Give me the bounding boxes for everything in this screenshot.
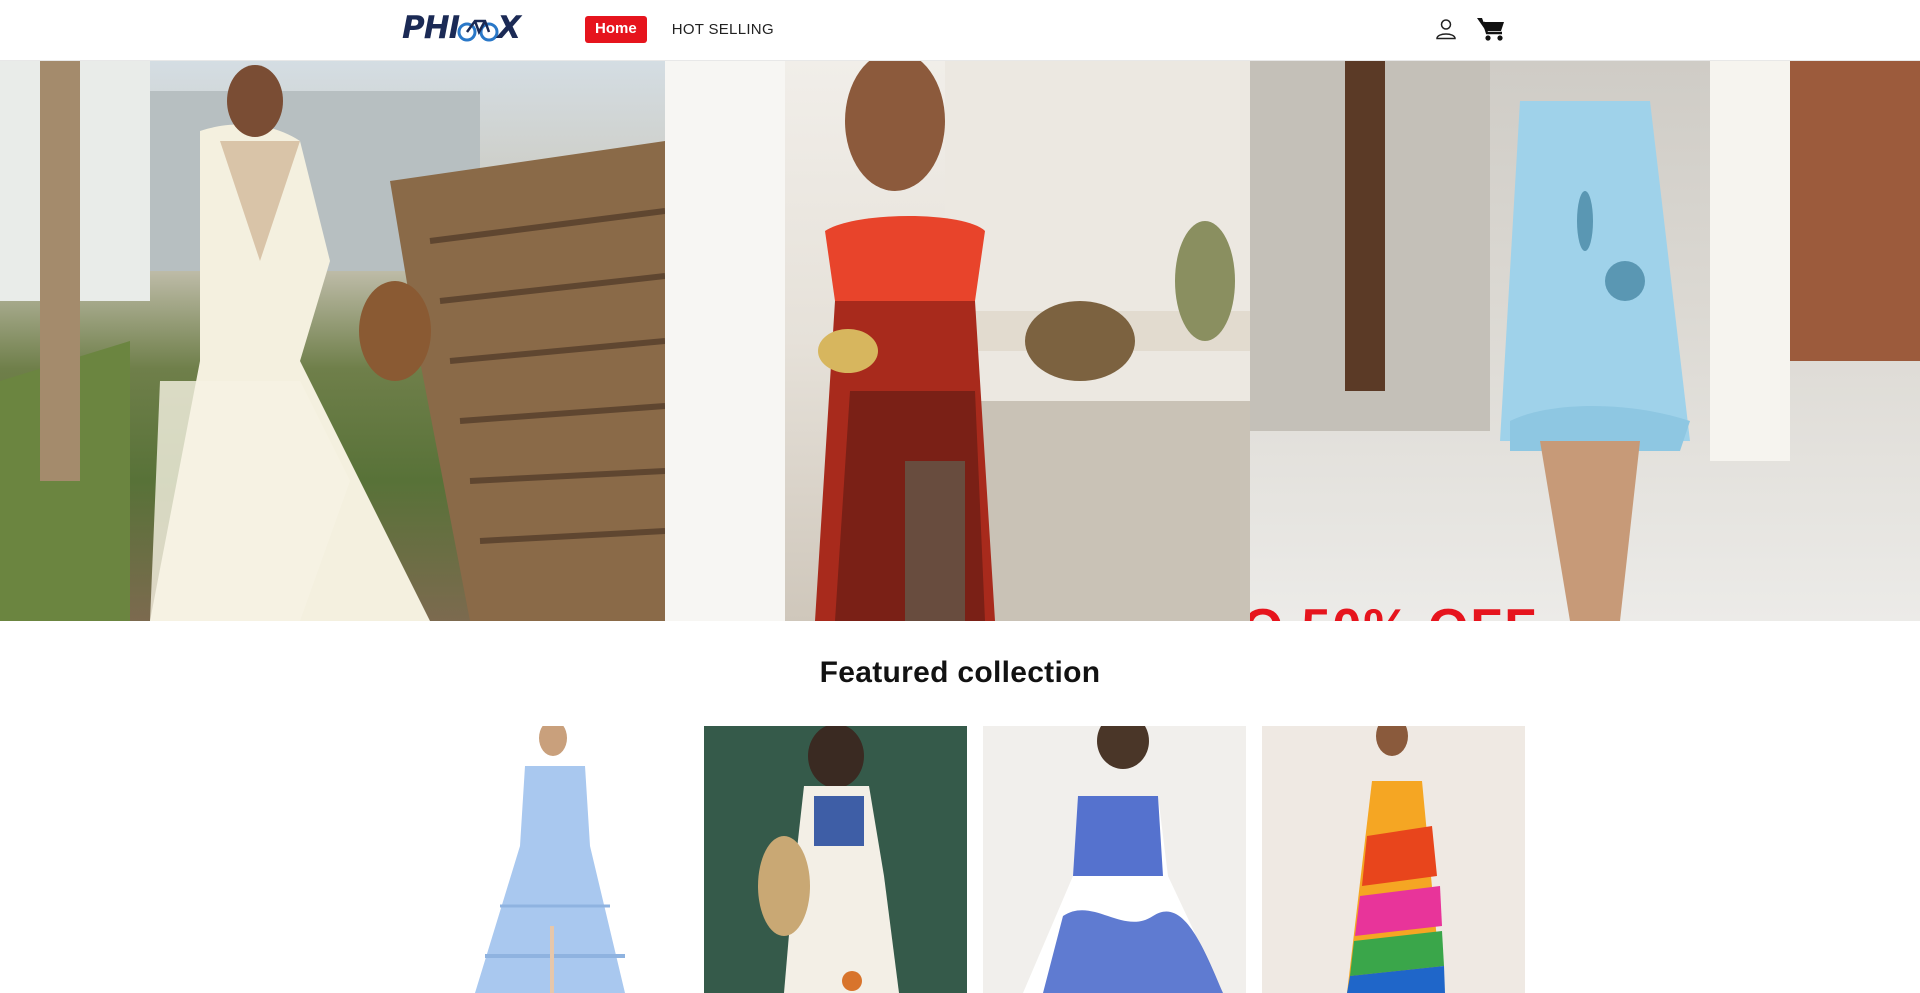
hero-photo-blue-dress: [1250, 61, 1920, 621]
nav-hot-selling-link[interactable]: HOT SELLING: [672, 21, 774, 39]
hero-slide-blue-dress: UP TO 50% OFF: [1250, 61, 1920, 621]
site-header: PHI X Home HOT SELLING: [0, 0, 1920, 61]
featured-collection-title: Featured collection: [819, 656, 1101, 689]
bicycle-logo-icon: [457, 19, 499, 42]
product-card-blue-white-strapless-dress[interactable]: [983, 726, 1246, 993]
logo-text-left: PHI: [402, 10, 460, 46]
product-image-blue-white-strapless-dress: [1023, 726, 1223, 993]
featured-product-grid: [425, 726, 1525, 993]
nav-home-link[interactable]: Home: [585, 16, 647, 43]
account-icon[interactable]: [1434, 17, 1458, 41]
product-image-light-blue-dress: [475, 726, 625, 993]
hero-banner[interactable]: UP TO 50% OFF: [0, 61, 1920, 621]
product-image-rainbow-halter-dress: [1347, 726, 1445, 993]
hero-photo-red-dress: [665, 61, 1250, 621]
hero-slide-white-dress: [0, 61, 665, 621]
hero-slide-red-dress: [665, 61, 1250, 621]
logo-text-right: X: [497, 10, 521, 46]
main-nav: Home HOT SELLING: [585, 16, 774, 43]
hero-promo-text: UP TO 50% OFF: [1250, 598, 1538, 621]
site-logo[interactable]: PHI X: [402, 10, 521, 46]
product-card-white-print-dress[interactable]: [704, 726, 967, 993]
product-image-white-print-dress: [758, 726, 899, 993]
product-card-light-blue-dress[interactable]: [425, 726, 688, 993]
hero-photo-white-dress: [0, 61, 665, 621]
product-card-rainbow-halter-dress[interactable]: [1262, 726, 1525, 993]
cart-icon[interactable]: [1477, 16, 1505, 42]
